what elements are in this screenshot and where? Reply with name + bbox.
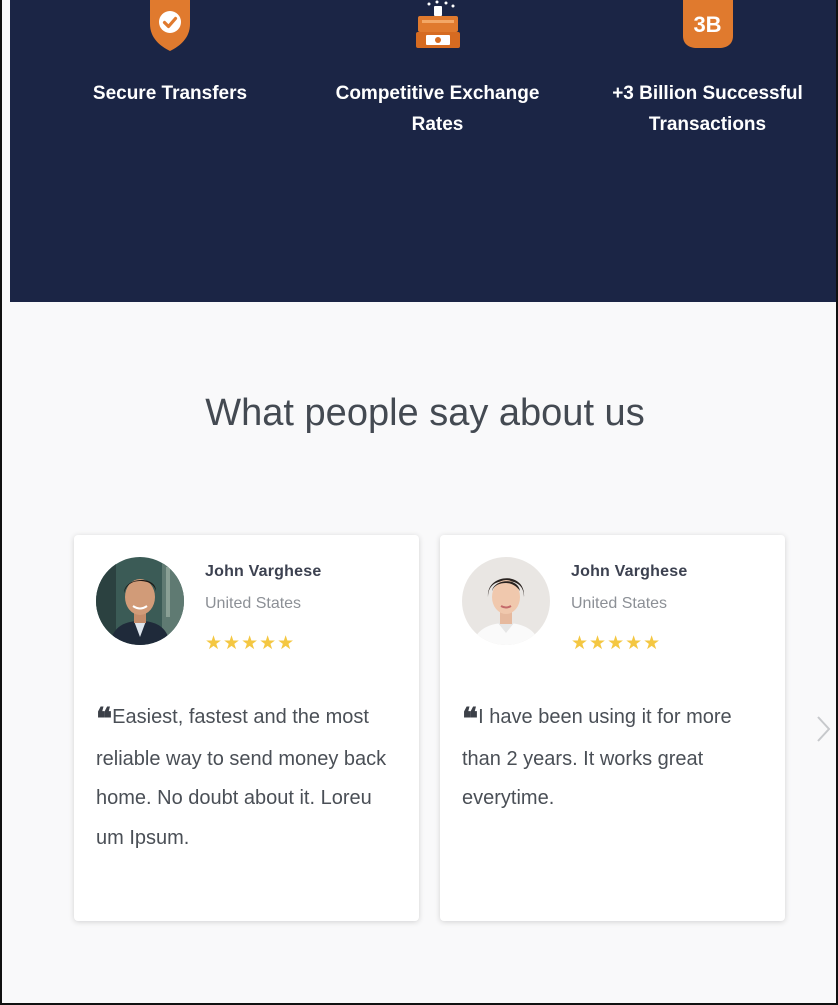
section-title: What people say about us — [205, 392, 645, 434]
reviewer-name: John Varghese — [205, 563, 322, 580]
feature-label-line: Rates — [411, 114, 464, 135]
avatar — [462, 557, 550, 645]
feature-label-line: Secure Transfers — [92, 83, 248, 104]
feature-label: +3 Billion Successful Transactions — [595, 78, 820, 140]
star-rating: ★★★★★ — [205, 633, 296, 654]
cash-register-icon — [412, 0, 464, 52]
testimonial-quote: ❝ I have been using it for more than 2 ye… — [462, 698, 762, 819]
features-hero: Secure Transfers Competitive Exchange Ra… — [10, 0, 836, 302]
feature-label-line: +3 Billion Successful — [612, 83, 803, 104]
testimonial-card: John Varghese United States ★★★★★ ❝ Easie… — [74, 535, 419, 921]
carousel-next-icon[interactable] — [814, 714, 834, 744]
reviewer-name: John Varghese — [571, 563, 688, 580]
star-rating: ★★★★★ — [571, 633, 662, 654]
feature-label: Competitive Exchange Rates — [315, 78, 560, 140]
badge-text: 3B — [693, 12, 722, 37]
quote-icon: ❝ — [462, 702, 478, 737]
quote-icon: ❝ — [96, 702, 112, 737]
reviewer-country: United States — [571, 595, 668, 612]
testimonial-card: John Varghese United States ★★★★★ ❝ I hav… — [440, 535, 785, 921]
shield-check-icon — [147, 0, 193, 52]
avatar — [96, 557, 184, 645]
quote-text: I have been using it for more than 2 yea… — [462, 706, 732, 809]
quote-text: Easiest, fastest and the most reliable w… — [96, 706, 387, 849]
feature-label: Secure Transfers — [70, 78, 270, 109]
page-frame: Secure Transfers Competitive Exchange Ra… — [0, 0, 838, 1005]
feature-label-line: Transactions — [648, 114, 767, 135]
3b-badge-icon: 3B — [681, 0, 735, 50]
feature-label-line: Competitive Exchange — [335, 83, 540, 104]
testimonial-quote: ❝ Easiest, fastest and the most reliable … — [96, 698, 396, 858]
reviewer-country: United States — [205, 595, 302, 612]
